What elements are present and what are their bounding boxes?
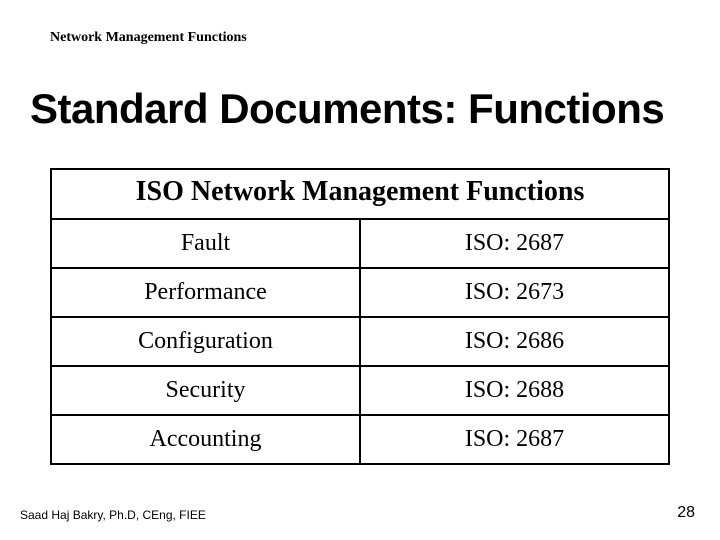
function-name: Performance	[51, 268, 360, 317]
functions-table: ISO Network Management Functions Fault I…	[50, 168, 670, 465]
page-number: 28	[677, 504, 695, 522]
table-row: Accounting ISO: 2687	[51, 415, 669, 464]
function-name: Configuration	[51, 317, 360, 366]
function-code: ISO: 2673	[360, 268, 669, 317]
function-name: Security	[51, 366, 360, 415]
table-header-row: ISO Network Management Functions	[51, 169, 669, 219]
function-code: ISO: 2686	[360, 317, 669, 366]
function-code: ISO: 2688	[360, 366, 669, 415]
table-row: Performance ISO: 2673	[51, 268, 669, 317]
function-code: ISO: 2687	[360, 415, 669, 464]
function-name: Fault	[51, 219, 360, 268]
slide: Network Management Functions Standard Do…	[0, 0, 720, 540]
table-row: Security ISO: 2688	[51, 366, 669, 415]
topic-label: Network Management Functions	[50, 30, 247, 46]
table-row: Fault ISO: 2687	[51, 219, 669, 268]
author-footer: Saad Haj Bakry, Ph.D, CEng, FIEE	[20, 508, 206, 522]
table-row: Configuration ISO: 2686	[51, 317, 669, 366]
function-code: ISO: 2687	[360, 219, 669, 268]
function-name: Accounting	[51, 415, 360, 464]
slide-title: Standard Documents: Functions	[30, 85, 664, 133]
table-container: ISO Network Management Functions Fault I…	[50, 168, 670, 465]
table-caption: ISO Network Management Functions	[51, 169, 669, 219]
